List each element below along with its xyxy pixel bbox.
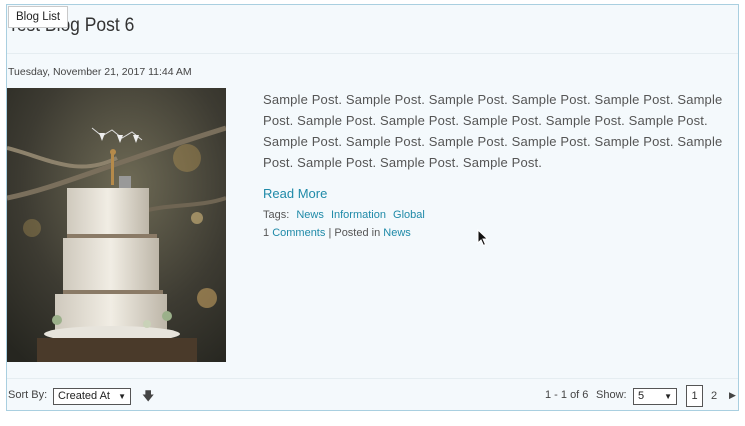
comments-link[interactable]: Comments xyxy=(272,227,325,239)
category-link[interactable]: News xyxy=(383,227,411,239)
sort-select[interactable]: Created At ▼ xyxy=(53,388,131,405)
post-image[interactable] xyxy=(7,88,226,362)
blog-list-badge: Blog List xyxy=(8,6,69,28)
cake-image xyxy=(7,88,226,362)
page-1-button[interactable]: 1 xyxy=(686,385,703,407)
post-excerpt: Sample Post. Sample Post. Sample Post. S… xyxy=(263,92,723,170)
tags-line: Tags: News Information Global xyxy=(263,209,425,221)
chevron-right-icon[interactable]: ▶ xyxy=(729,390,736,401)
read-more-link[interactable]: Read More xyxy=(263,186,327,201)
divider xyxy=(7,53,738,54)
tags-label: Tags: xyxy=(263,209,290,221)
comments-count: 1 xyxy=(263,227,270,239)
tag-information[interactable]: Information xyxy=(331,209,386,221)
chevron-down-icon: ▼ xyxy=(664,392,672,401)
page-size-select[interactable]: 5 ▼ xyxy=(633,388,677,405)
page-size-value: 5 xyxy=(638,390,645,402)
chevron-down-icon: ▼ xyxy=(118,392,126,401)
mouse-cursor-icon xyxy=(477,229,489,247)
tag-news[interactable]: News xyxy=(296,209,324,221)
post-date: Tuesday, November 21, 2017 11:44 AM xyxy=(8,66,192,78)
sort-select-value: Created At xyxy=(58,390,110,402)
results-range: 1 - 1 of 6 xyxy=(545,389,589,401)
posted-in-label: | Posted in xyxy=(328,227,381,239)
arrow-down-icon[interactable]: 🡇 xyxy=(142,387,154,408)
post-meta: 1 Comments | Posted in News xyxy=(263,227,411,239)
divider xyxy=(7,378,738,379)
page-2-link[interactable]: 2 xyxy=(711,390,717,402)
show-label: Show: xyxy=(596,389,627,401)
sort-by-label: Sort By: xyxy=(8,389,48,401)
tag-global[interactable]: Global xyxy=(393,209,425,221)
